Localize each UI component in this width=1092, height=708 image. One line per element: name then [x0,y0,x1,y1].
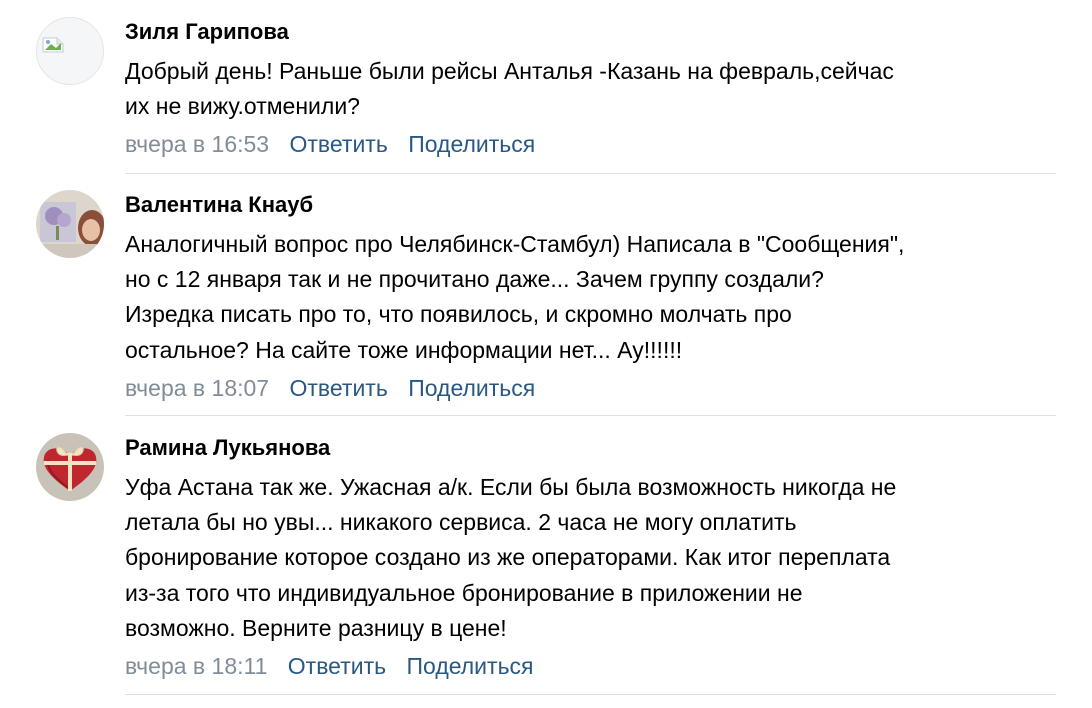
comment-date[interactable]: вчера в 18:11 [125,653,267,679]
comment-text-line: возможно. Верните разницу в цене! [125,614,507,641]
comment-text-line: Аналогичный вопрос про Челябинск-Стамбул… [125,231,905,257]
comment-text: Уфа Астана так же. Ужасная а/к. Если бы … [125,470,1056,646]
comment-meta: вчера в 16:53 Ответить Поделиться [125,129,1056,159]
comment-date[interactable]: вчера в 18:07 [125,375,269,401]
comment-text-line: из-за того что индивидуальное бронирован… [125,579,803,606]
comment-text-line: остальное? На сайте тоже информации нет.… [125,336,683,363]
share-button[interactable]: Поделиться [408,375,535,401]
comment-text-line: Добрый день! Раньше были рейсы Анталья -… [125,58,894,84]
comment-text-line: бронирование которое создано из же опера… [125,544,891,571]
comment-date[interactable]: вчера в 16:53 [125,131,269,157]
comment-text-line: но с 12 января так и не прочитано даже..… [125,266,824,293]
comment-text: Аналогичный вопрос про Челябинск-Стамбул… [125,227,1056,368]
comment-text-line: их не вижу.отменили? [125,93,360,120]
avatar[interactable] [36,190,104,258]
gift-heart-icon [36,433,104,501]
comment-meta: вчера в 18:07 Ответить Поделиться [125,373,1056,403]
avatar-placeholder[interactable] [36,17,104,85]
share-button[interactable]: Поделиться [407,653,534,679]
comment-text: Добрый день! Раньше были рейсы Анталья -… [125,54,1056,124]
comment-separator [125,173,1056,174]
avatar[interactable] [36,433,104,501]
comment-text-line: летала бы но увы... никакого сервиса. 2 … [125,509,797,536]
comment-text-line: Изредка писать про то, что появилось, и … [125,301,792,328]
user-photo-icon [36,190,104,258]
comment-author[interactable]: Валентина Кнауб [125,191,1056,219]
comment-separator [125,415,1056,416]
comment-author[interactable]: Рамина Лукьянова [125,434,1056,462]
reply-button[interactable]: Ответить [290,375,388,401]
comments-list: Зиля Гарипова Добрый день! Раньше были р… [0,0,1092,708]
broken-image-icon [37,18,103,84]
reply-button[interactable]: Ответить [288,653,386,679]
share-button[interactable]: Поделиться [408,131,535,157]
comment-author[interactable]: Зиля Гарипова [125,18,1056,46]
comment-separator [125,694,1056,695]
comment-text-line: Уфа Астана так же. Ужасная а/к. Если бы … [125,474,897,500]
reply-button[interactable]: Ответить [290,131,388,157]
comment-meta: вчера в 18:11 Ответить Поделиться [125,651,1056,681]
